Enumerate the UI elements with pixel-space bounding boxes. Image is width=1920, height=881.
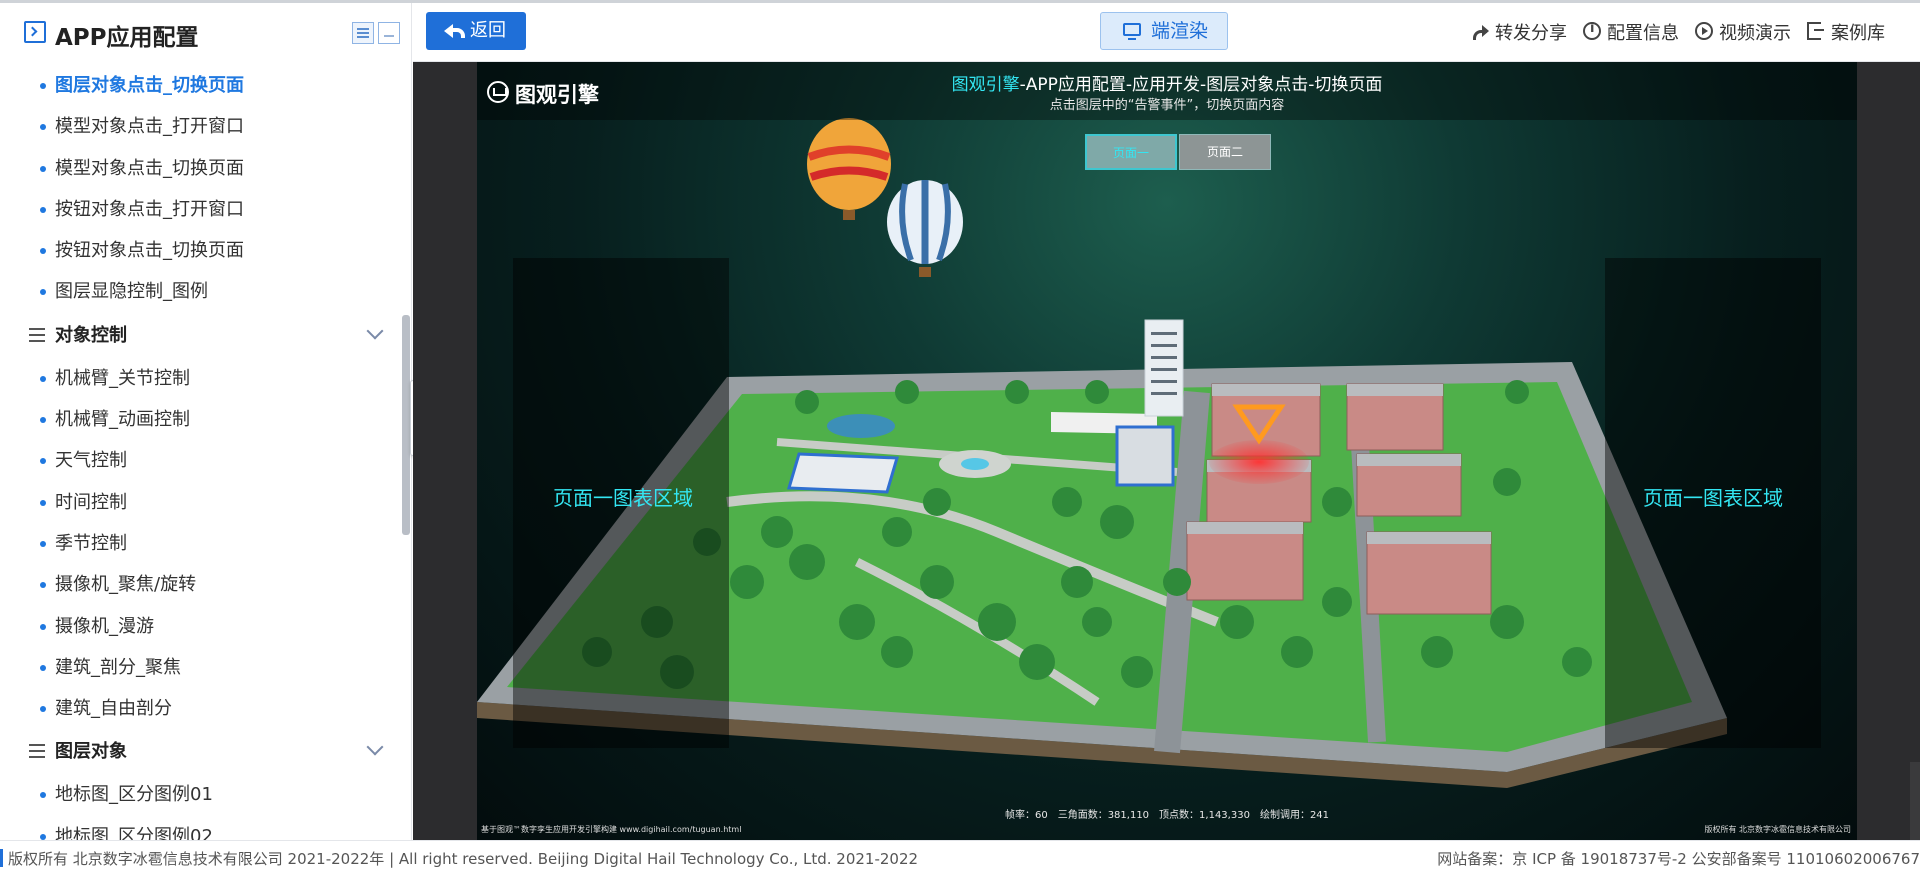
list-view-icon[interactable] (352, 22, 374, 44)
pavilion-building (787, 452, 899, 494)
sidebar: APP应用配置 图层对象点击_切换页面 模型对象点击_打开窗口 模型对象点击_切… (0, 3, 412, 840)
sidebar-item-layer-visibility-legend[interactable]: 图层显隐控制_图例 (0, 271, 400, 312)
back-arrow-icon (444, 24, 465, 38)
video-demo-label: 视频演示 (1719, 23, 1791, 44)
exit-icon (1807, 22, 1824, 40)
chevron-down-icon[interactable] (366, 322, 384, 340)
video-demo-link[interactable]: 视频演示 (1695, 19, 1791, 45)
sidebar-group-label: 图层对象 (55, 741, 127, 763)
render-button-label: 端渲染 (1151, 20, 1209, 42)
annex-building (1115, 425, 1175, 487)
sidebar-item-building-free-section[interactable]: 建筑_自由剖分 (0, 688, 400, 729)
left-panel-label: 页面一图表区域 (553, 486, 693, 510)
alarm-glow (1209, 440, 1309, 484)
3d-scene[interactable]: 图观引擎 图观引擎-APP应用配置-应用开发-图层对象点击-切换页面 点击图层中… (477, 62, 1857, 840)
scene-title: 图观引擎-APP应用配置-应用开发-图层对象点击-切换页面 (477, 70, 1857, 95)
scene-copyright: 版权所有 北京数字冰雹信息技术有限公司 (1704, 825, 1851, 834)
share-icon (1471, 22, 1489, 40)
top-toolbar: 返回 端渲染 转发分享 配置信息 视频演示 案例库 (413, 3, 1920, 62)
sidebar-item-layer-click-switch-page[interactable]: 图层对象点击_切换页面 (0, 65, 400, 106)
footer-accent-bar (0, 849, 3, 867)
info-icon (1583, 21, 1601, 40)
sidebar-item-camera-roam[interactable]: 摄像机_漫游 (0, 606, 400, 647)
sidebar-item-landmark-legend-02[interactable]: 地标图_区分图例02 (0, 816, 400, 840)
back-button-label: 返回 (470, 20, 506, 41)
case-library-label: 案例库 (1831, 23, 1885, 44)
case-library-link[interactable]: 案例库 (1807, 19, 1885, 45)
right-panel-label: 页面一图表区域 (1643, 486, 1783, 510)
render-button[interactable]: 端渲染 (1100, 12, 1228, 50)
terminal-icon (24, 21, 46, 43)
pond (827, 414, 895, 438)
sidebar-header: APP应用配置 (0, 3, 411, 65)
sidebar-item-button-click-open-window[interactable]: 按钮对象点击_打开窗口 (0, 189, 400, 230)
sidebar-group-label: 对象控制 (55, 324, 127, 346)
sidebar-item-button-click-switch-page[interactable]: 按钮对象点击_切换页面 (0, 230, 400, 271)
tab-page-one[interactable]: 页面一 (1085, 134, 1177, 170)
sidebar-item-weather[interactable]: 天气控制 (0, 440, 400, 481)
play-icon (1695, 22, 1713, 40)
sidebar-item-time[interactable]: 时间控制 (0, 482, 400, 523)
scene-title-rest: -APP应用配置-应用开发-图层对象点击-切换页面 (1019, 75, 1383, 95)
sidebar-item-arm-joint[interactable]: 机械臂_关节控制 (0, 358, 400, 399)
footer-icp: 网站备案：京 ICP 备 19018737号-2 公安部备案号 11010602… (1437, 850, 1920, 868)
sidebar-item-arm-animation[interactable]: 机械臂_动画控制 (0, 399, 400, 440)
tab-page-two[interactable]: 页面二 (1179, 134, 1271, 170)
sidebar-group-object-control[interactable]: 对象控制 (0, 313, 400, 358)
sidebar-scrollbar[interactable] (402, 315, 410, 535)
share-link[interactable]: 转发分享 (1471, 19, 1567, 45)
render-viewport: 图观引擎 图观引擎-APP应用配置-应用开发-图层对象点击-切换页面 点击图层中… (413, 62, 1920, 840)
viewport-scrollbar[interactable] (1910, 762, 1920, 840)
footer-copyright: 版权所有 北京数字冰雹信息技术有限公司 2021-2022年 | All rig… (8, 850, 919, 868)
sidebar-item-building-section-focus[interactable]: 建筑_剖分_聚焦 (0, 647, 400, 688)
chevron-down-icon[interactable] (366, 738, 384, 756)
sidebar-menu: 图层对象点击_切换页面 模型对象点击_打开窗口 模型对象点击_切换页面 按钮对象… (0, 65, 400, 840)
sidebar-group-layer-object[interactable]: 图层对象 (0, 729, 400, 774)
sidebar-title: APP应用配置 (55, 25, 199, 51)
image-view-icon[interactable] (378, 22, 400, 44)
page-footer: 版权所有 北京数字冰雹信息技术有限公司 2021-2022年 | All rig… (0, 840, 1920, 881)
monitor-icon (1123, 23, 1141, 40)
scene-subtitle: 点击图层中的“告警事件”，切换页面内容 (1049, 98, 1285, 113)
list-icon (29, 327, 45, 342)
scene-title-highlight: 图观引擎 (951, 75, 1020, 95)
sidebar-item-model-click-open-window[interactable]: 模型对象点击_打开窗口 (0, 106, 400, 147)
list-icon (29, 744, 45, 759)
sidebar-item-season[interactable]: 季节控制 (0, 523, 400, 564)
config-info-link[interactable]: 配置信息 (1583, 19, 1679, 45)
hot-air-balloon-striped (807, 118, 891, 220)
back-button[interactable]: 返回 (426, 12, 526, 50)
engine-credit: 基于图观™数字孪生应用开发引擎构建 www.digihail.com/tugua… (481, 825, 742, 834)
share-label: 转发分享 (1495, 23, 1567, 44)
sidebar-item-landmark-legend-01[interactable]: 地标图_区分图例01 (0, 774, 400, 815)
fountain (961, 458, 989, 470)
render-stats: 帧率：60 三角面数：381,110 顶点数：1,143,330 绘制调用：24… (1004, 810, 1330, 821)
sidebar-item-model-click-switch-page[interactable]: 模型对象点击_切换页面 (0, 148, 400, 189)
sidebar-item-camera-focus[interactable]: 摄像机_聚焦/旋转 (0, 564, 400, 605)
config-info-label: 配置信息 (1607, 23, 1679, 44)
hot-air-balloon-blue (887, 180, 963, 277)
